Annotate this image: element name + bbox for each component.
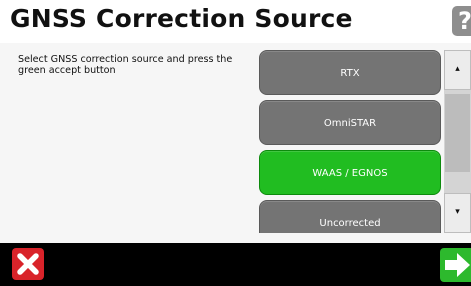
content-area: Select GNSS correction source and press …	[0, 43, 471, 243]
help-button[interactable]: ?	[452, 6, 471, 36]
instruction-text: Select GNSS correction source and press …	[18, 54, 233, 76]
cancel-button[interactable]	[12, 248, 44, 280]
option-rtx[interactable]: RTX	[259, 50, 441, 95]
option-waas-egnos[interactable]: WAAS / EGNOS	[259, 150, 441, 195]
page-title: GNSS Correction Source	[10, 4, 353, 33]
scroll-down-button[interactable]: ▾	[444, 193, 471, 233]
arrow-right-icon	[445, 253, 470, 277]
option-omnistar[interactable]: OmniSTAR	[259, 100, 441, 145]
header: GNSS Correction Source ?	[0, 0, 471, 43]
correction-source-list: RTX OmniSTAR WAAS / EGNOS Uncorrected	[259, 50, 443, 233]
option-uncorrected[interactable]: Uncorrected	[259, 200, 441, 233]
scroll-up-button[interactable]: ▴	[444, 50, 471, 90]
accept-button[interactable]	[440, 248, 471, 282]
footer-bar	[0, 243, 471, 286]
scrollbar[interactable]: ▴ ▾	[444, 50, 471, 233]
scroll-thumb[interactable]	[445, 94, 470, 172]
x-icon	[17, 253, 39, 275]
